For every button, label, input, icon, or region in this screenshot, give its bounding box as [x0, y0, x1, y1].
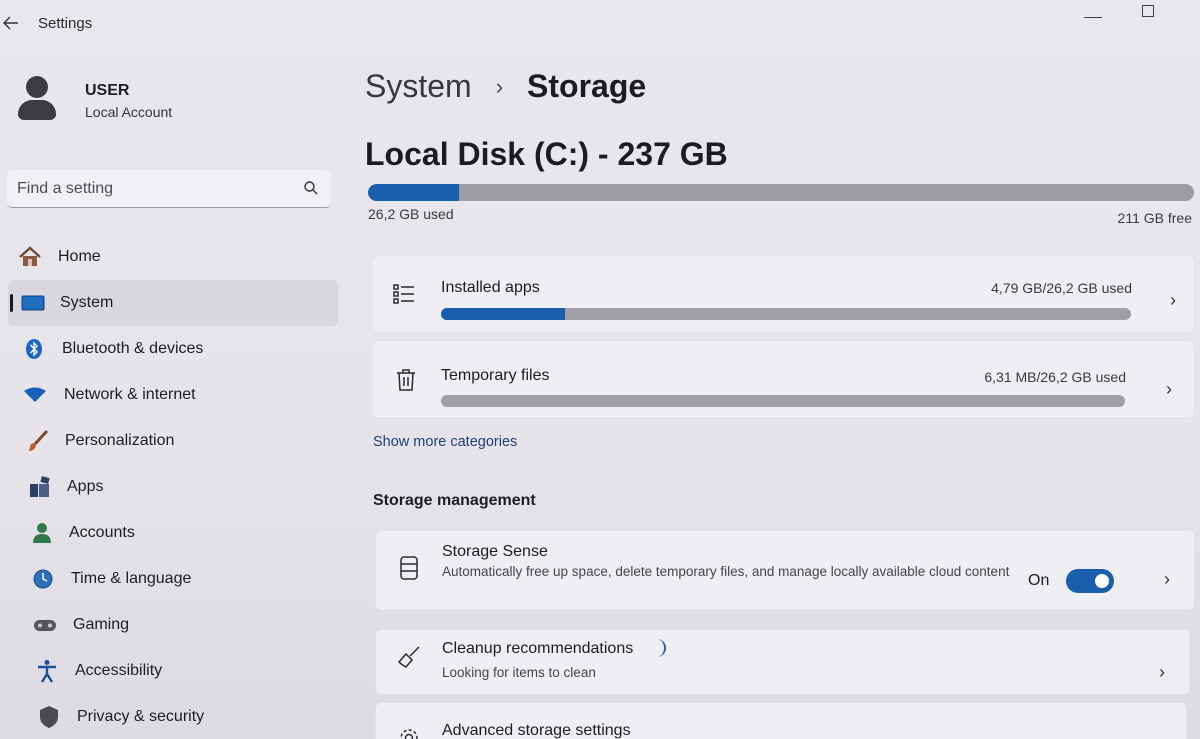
storage-drive-icon: [396, 555, 422, 581]
sidebar-item-accounts[interactable]: Accounts: [8, 510, 338, 556]
broom-icon: [396, 644, 422, 670]
sidebar-item-label: Network & internet: [64, 386, 196, 403]
chevron-right-icon: ›: [1164, 569, 1170, 589]
sidebar-item-home[interactable]: Home: [8, 234, 338, 280]
storage-sense-title: Storage Sense: [442, 543, 548, 560]
active-indicator: [10, 294, 13, 312]
chevron-right-icon: ›: [1166, 379, 1172, 399]
sidebar-item-accessibility[interactable]: Accessibility: [8, 648, 338, 694]
storage-sense-toggle[interactable]: [1066, 569, 1114, 593]
cleanup-recommendations-row[interactable]: Cleanup recommendations Looking for item…: [375, 629, 1190, 695]
maximize-button[interactable]: [1142, 5, 1154, 17]
sidebar-item-label: Home: [58, 248, 101, 265]
category-usage: 6,31 MB/26,2 GB used: [984, 369, 1126, 385]
sidebar-item-privacy-security[interactable]: Privacy & security: [8, 694, 338, 739]
brush-icon: [26, 429, 50, 453]
sidebar-item-gaming[interactable]: Gaming: [8, 602, 338, 648]
chevron-right-icon: ›: [1159, 662, 1165, 682]
system-icon: [21, 291, 45, 315]
accounts-icon: [30, 521, 54, 545]
cleanup-title: Cleanup recommendations: [442, 640, 634, 657]
search-input[interactable]: [17, 178, 287, 200]
storage-sense-state: On: [1028, 572, 1050, 589]
category-usage-bar: [441, 308, 1131, 320]
sidebar-item-label: Accounts: [69, 524, 135, 541]
storage-sense-row[interactable]: Storage Sense Automatically free up spac…: [375, 530, 1195, 610]
sidebar-nav: Home System Bluetooth & devices Network …: [8, 234, 338, 739]
sidebar-item-label: Accessibility: [75, 662, 163, 679]
sidebar-item-label: Personalization: [65, 432, 175, 449]
sidebar-item-label: Time & language: [71, 570, 192, 587]
sidebar-item-label: Gaming: [73, 616, 130, 633]
category-usage-bar: [441, 395, 1125, 407]
trash-icon: [393, 367, 419, 393]
loading-spinner-icon: [654, 639, 666, 657]
sidebar-item-system[interactable]: System: [8, 280, 338, 326]
cleanup-description: Looking for items to clean: [442, 665, 596, 680]
sidebar-item-apps[interactable]: Apps: [8, 464, 338, 510]
sidebar-item-label: Apps: [67, 478, 104, 495]
sidebar-item-time-language[interactable]: Time & language: [8, 556, 338, 602]
accessibility-icon: [35, 659, 59, 683]
back-arrow-icon[interactable]: [0, 12, 22, 34]
advanced-storage-settings-row[interactable]: Advanced storage settings: [375, 702, 1187, 739]
account-type: Local Account: [85, 104, 173, 120]
section-heading-storage-management: Storage management: [373, 492, 536, 509]
breadcrumb-separator: ›: [495, 73, 504, 99]
advanced-storage-title: Advanced storage settings: [442, 722, 631, 739]
shield-icon: [37, 705, 61, 729]
disk-free-label: 211 GB free: [1117, 210, 1192, 226]
avatar: [18, 76, 56, 120]
apps-icon: [28, 475, 52, 499]
category-usage: 4,79 GB/26,2 GB used: [991, 280, 1132, 296]
disk-used-label: 26,2 GB used: [368, 206, 454, 222]
chevron-right-icon: ›: [1170, 290, 1176, 310]
category-temporary-files[interactable]: Temporary files 6,31 MB/26,2 GB used ›: [372, 340, 1195, 418]
toggle-knob: [1095, 574, 1109, 588]
search-icon[interactable]: [303, 180, 319, 196]
user-name: USER: [85, 82, 130, 99]
page-title: Storage: [527, 68, 647, 104]
sidebar-item-bluetooth[interactable]: Bluetooth & devices: [8, 326, 338, 372]
category-title: Installed apps: [441, 279, 540, 296]
sidebar-item-label: System: [60, 294, 114, 311]
sidebar-item-label: Privacy & security: [77, 708, 205, 725]
disk-usage-fill: [368, 184, 459, 201]
list-icon: [391, 281, 417, 307]
title-bar: Settings: [0, 0, 1200, 46]
sidebar: USER Local Account Home System Bluetooth: [0, 46, 345, 739]
network-icon: [23, 383, 47, 407]
bluetooth-icon: [22, 337, 46, 361]
sidebar-item-network[interactable]: Network & internet: [8, 372, 338, 418]
home-icon: [18, 245, 42, 269]
minimize-button[interactable]: [1084, 8, 1102, 18]
profile-card[interactable]: USER Local Account: [18, 76, 338, 146]
gamepad-icon: [33, 613, 57, 637]
category-usage-fill: [441, 308, 566, 320]
breadcrumb: System › Storage: [365, 68, 646, 105]
gear-icon: [396, 725, 422, 739]
main-content: System › Storage Local Disk (C:) - 237 G…: [345, 46, 1200, 739]
search-box[interactable]: [7, 170, 331, 208]
disk-usage-bar: [368, 184, 1194, 201]
window-title: Settings: [38, 15, 93, 32]
category-installed-apps[interactable]: Installed apps 4,79 GB/26,2 GB used ›: [372, 255, 1195, 333]
show-more-categories-link[interactable]: Show more categories: [373, 434, 517, 450]
category-title: Temporary files: [441, 367, 550, 384]
globe-clock-icon: [31, 567, 55, 591]
sidebar-item-label: Bluetooth & devices: [62, 340, 204, 357]
breadcrumb-parent[interactable]: System: [365, 68, 472, 105]
disk-title: Local Disk (C:) - 237 GB: [365, 136, 728, 172]
storage-sense-description: Automatically free up space, delete temp…: [442, 564, 1010, 579]
sidebar-item-personalization[interactable]: Personalization: [8, 418, 338, 464]
